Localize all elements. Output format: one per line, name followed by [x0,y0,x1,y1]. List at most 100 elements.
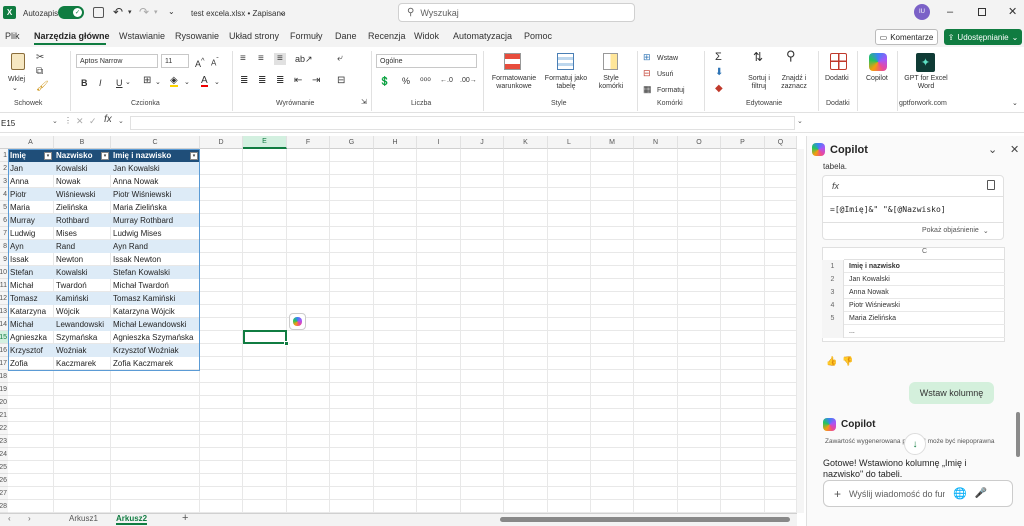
row-header-8[interactable]: 8 [0,240,8,253]
column-header-M[interactable]: M [591,136,634,149]
selected-cell-E15[interactable] [243,330,287,344]
cell-styles-button[interactable]: Style komórki [591,75,631,91]
row-header-7[interactable]: 7 [0,227,8,240]
thumbs-up-icon[interactable]: 👍 [826,356,837,367]
column-header-I[interactable]: I [417,136,461,149]
align-center-icon[interactable]: ≣ [258,76,266,86]
paste-dropdown-icon[interactable]: ⌄ [12,85,18,93]
save-icon[interactable] [93,7,104,18]
row-header-24[interactable]: 24 [0,448,8,461]
column-header-L[interactable]: L [548,136,591,149]
fill-color-dropdown-icon[interactable]: ⌄ [184,79,190,87]
tab-dane[interactable]: Dane [335,31,357,41]
fill-icon[interactable]: ⬇ [715,68,723,78]
decrease-decimal-icon[interactable]: .00→ [460,77,477,85]
align-right-icon[interactable]: ≣ [276,76,284,86]
name-box[interactable]: E15 [0,116,60,130]
cancel-icon[interactable]: ✕ [76,116,84,127]
formula-input[interactable] [130,116,795,130]
column-header-F[interactable]: F [287,136,330,149]
row-header-9[interactable]: 9 [0,253,8,266]
row-header-19[interactable]: 19 [0,383,8,396]
format-painter-icon[interactable]: 🖌 [36,82,49,92]
percent-icon[interactable]: % [402,77,410,86]
name-box-dropdown-icon[interactable]: ⌄ [52,117,58,125]
format-cells-button[interactable]: Formatuj [657,87,685,95]
row-header-5[interactable]: 5 [0,201,8,214]
increase-font-icon[interactable]: A^ [195,57,205,69]
avatar[interactable]: IU [914,4,930,20]
row-header-16[interactable]: 16 [0,344,8,357]
bold-button[interactable]: B [81,79,88,88]
collapse-ribbon-icon[interactable]: ⌄ [1012,100,1018,108]
insert-cells-button[interactable]: Wstaw [657,55,678,63]
file-title[interactable]: test excela.xlsx • Zapisano [191,9,285,18]
row-header-28[interactable]: 28 [0,500,8,513]
conditional-formatting-icon[interactable] [504,53,521,70]
row-header-10[interactable]: 10 [0,266,8,279]
show-explanation-button[interactable]: Pokaż objaśnienie ⌄ [922,227,989,235]
tab-uklad-strony[interactable]: Układ strony [229,31,279,41]
customize-toolbar-icon[interactable]: ⌄ [168,7,175,16]
column-header-O[interactable]: O [678,136,721,149]
redo-dropdown-icon[interactable]: ▾ [154,8,158,16]
tab-automatyzacja[interactable]: Automatyzacja [453,31,512,41]
autosum-icon[interactable]: Σ [715,52,722,63]
column-header-Q[interactable]: Q [765,136,797,149]
align-top-icon[interactable]: ≡ [240,54,246,64]
decrease-indent-icon[interactable]: ⇤ [294,76,302,86]
row-header-21[interactable]: 21 [0,409,8,422]
next-sheet-icon[interactable]: › [28,514,31,523]
number-format-select[interactable]: Ogólne [376,54,477,68]
share-button[interactable]: ⇪ Udostępnianie ⌄ [944,29,1022,45]
column-header-G[interactable]: G [330,136,374,149]
row-header-22[interactable]: 22 [0,422,8,435]
add-sheet-icon[interactable]: + [182,512,188,524]
row-header-14[interactable]: 14 [0,318,8,331]
tab-widok[interactable]: Widok [414,31,439,41]
row-header-20[interactable]: 20 [0,396,8,409]
chevron-down-icon[interactable]: ⌄ [279,8,286,17]
row-header-17[interactable]: 17 [0,357,8,370]
orientation-icon[interactable]: ab↗ [295,55,313,64]
find-select-button[interactable]: Znajdź i zaznacz [776,75,812,91]
find-select-icon[interactable]: ⚲ [786,49,796,62]
clear-icon[interactable]: ◆ [715,84,723,94]
undo-icon[interactable]: ↶ [113,5,123,19]
row-header-6[interactable]: 6 [0,214,8,227]
column-header-A[interactable]: A [8,136,54,149]
autosave-toggle[interactable]: ✓ [58,6,84,19]
insert-function-icon[interactable]: fx [104,114,112,125]
align-bottom-icon[interactable]: ≡ [274,53,286,65]
copy-icon[interactable] [987,180,995,190]
scroll-down-button[interactable]: ↓ [904,433,926,455]
underline-dropdown-icon[interactable]: ⌄ [125,79,131,87]
paste-button-label[interactable]: Wklej [8,76,25,84]
fill-handle[interactable] [284,341,289,346]
sort-filter-button[interactable]: Sortuj i filtruj [744,75,774,91]
align-middle-icon[interactable]: ≡ [258,54,264,64]
copilot-scrollbar[interactable] [1016,412,1020,457]
redo-icon[interactable]: ↷ [139,5,149,19]
sort-filter-icon[interactable]: ⇅ [753,51,763,63]
collapse-pane-icon[interactable]: ⌄ [988,143,997,156]
cell-styles-icon[interactable] [603,53,618,70]
font-size-select[interactable]: 11 [161,54,189,68]
enter-icon[interactable]: ✓ [89,116,97,127]
chat-input[interactable]: + Wyślij wiadomość do funkcji Copilot 🌐 🎤 [823,480,1013,507]
font-color-dropdown-icon[interactable]: ⌄ [214,79,220,87]
row-header-2[interactable]: 2 [0,162,8,175]
align-left-icon[interactable]: ≣ [240,76,248,86]
horizontal-scrollbar[interactable] [500,517,790,522]
gpt-for-excel-icon[interactable]: ✦ [916,53,935,72]
increase-indent-icon[interactable]: ⇥ [312,76,320,86]
tab-wstawianie[interactable]: Wstawianie [119,31,165,41]
merge-center-icon[interactable]: ⊟ [337,76,345,86]
thumbs-down-icon[interactable]: 👎 [842,356,853,367]
close-icon[interactable]: ✕ [1008,5,1017,18]
sheet-tab-arkusz2[interactable]: Arkusz2 [116,514,148,525]
search-input[interactable]: ⚲ Wyszukaj [398,3,635,22]
restore-icon[interactable] [978,8,986,16]
row-header-3[interactable]: 3 [0,175,8,188]
format-as-table-icon[interactable] [557,53,574,70]
